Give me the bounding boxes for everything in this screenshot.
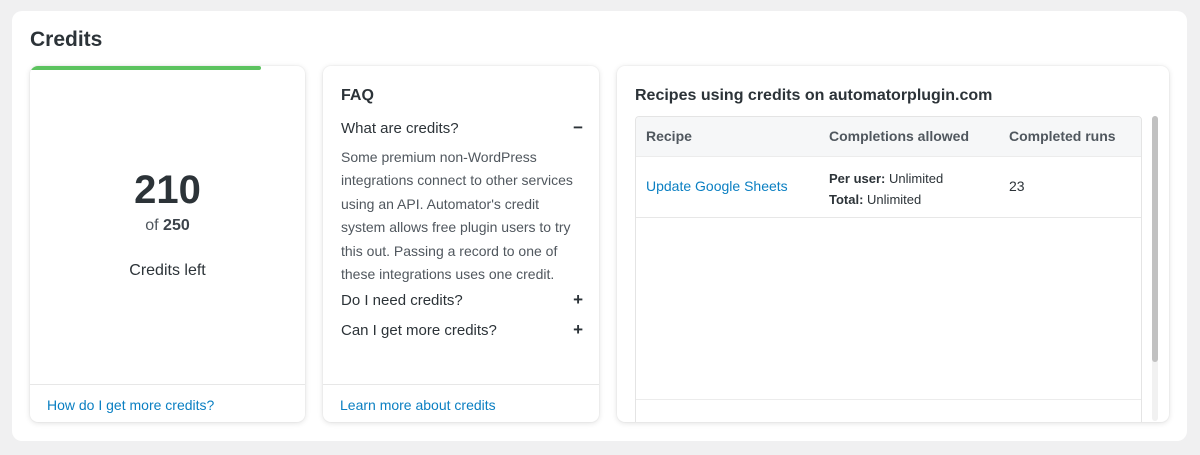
completions-allowed-cell: Per user: Unlimited Total: Unlimited: [829, 168, 943, 210]
faq-item-can-i-get-more-credits[interactable]: Can I get more credits? +: [341, 320, 583, 340]
expand-icon[interactable]: +: [573, 320, 583, 340]
get-more-credits-link[interactable]: How do I get more credits?: [47, 397, 214, 413]
credits-card: 210 of 250 Credits left How do I get mor…: [30, 66, 305, 422]
total-label: Total:: [829, 192, 864, 207]
recipe-link[interactable]: Update Google Sheets: [646, 178, 788, 194]
recipes-title: Recipes using credits on automatorplugin…: [635, 87, 993, 104]
credits-remaining: 210: [134, 168, 201, 212]
table-divider: [636, 399, 1141, 400]
faq-question[interactable]: Do I need credits?: [341, 292, 583, 309]
credits-progress-fill: [30, 66, 261, 70]
table-header: Recipe Completions allowed Completed run…: [636, 117, 1141, 157]
credits-progress-bar: [30, 66, 305, 70]
credits-total-line: of 250: [30, 217, 305, 235]
recipes-card: Recipes using credits on automatorplugin…: [617, 66, 1169, 422]
collapse-icon[interactable]: −: [573, 118, 583, 138]
recipes-table: Recipe Completions allowed Completed run…: [635, 116, 1142, 422]
table-row: Update Google Sheets Per user: Unlimited…: [636, 156, 1141, 218]
per-user-value: Unlimited: [889, 171, 944, 186]
faq-item-what-are-credits[interactable]: What are credits? − Some premium non-Wor…: [341, 118, 583, 286]
page-title: Credits: [30, 28, 103, 51]
faq-card: FAQ What are credits? − Some premium non…: [323, 66, 599, 422]
faq-answer: Some premium non-WordPress integrations …: [341, 149, 573, 283]
credits-total: 250: [163, 217, 190, 234]
faq-question[interactable]: Can I get more credits?: [341, 322, 583, 339]
completed-runs-cell: 23: [1009, 178, 1025, 194]
column-header-completions-allowed: Completions allowed: [829, 128, 970, 144]
faq-title: FAQ: [341, 87, 374, 104]
credits-of-prefix: of: [145, 217, 159, 234]
faq-card-footer: Learn more about credits: [323, 384, 599, 422]
expand-icon[interactable]: +: [573, 290, 583, 310]
credits-card-footer: How do I get more credits?: [30, 384, 305, 422]
faq-question[interactable]: What are credits?: [341, 120, 583, 137]
total-value: Unlimited: [867, 192, 922, 207]
faq-item-do-i-need-credits[interactable]: Do I need credits? +: [341, 290, 583, 310]
per-user-label: Per user:: [829, 171, 886, 186]
vertical-scrollbar[interactable]: [1152, 116, 1158, 421]
scrollbar-thumb[interactable]: [1152, 116, 1158, 362]
column-header-recipe: Recipe: [646, 128, 692, 144]
credits-left-label: Credits left: [129, 262, 206, 279]
learn-more-credits-link[interactable]: Learn more about credits: [340, 397, 496, 413]
column-header-completed-runs: Completed runs: [1009, 128, 1116, 144]
